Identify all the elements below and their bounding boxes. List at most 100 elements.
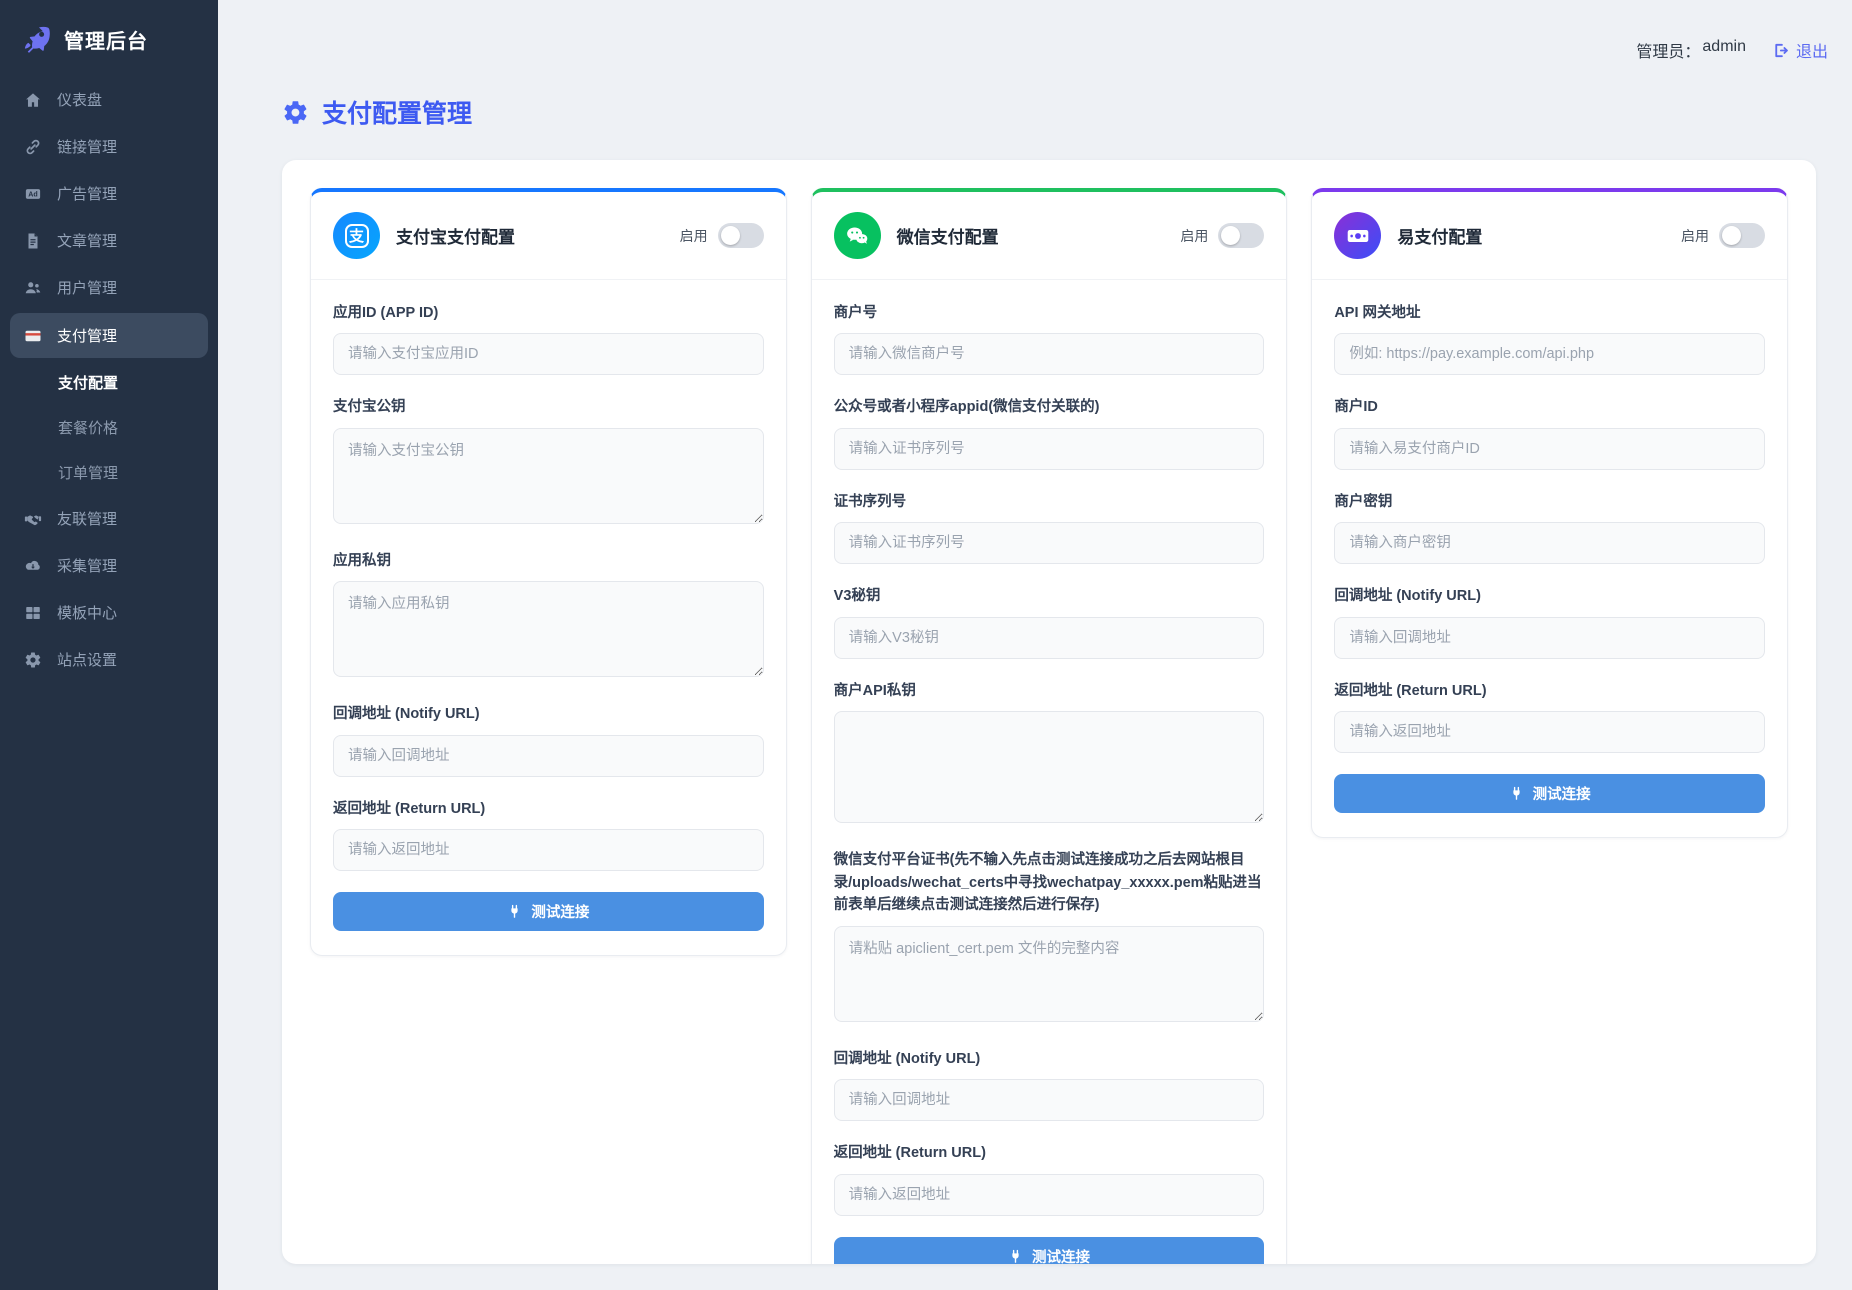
payment-cards: 支支付宝支付配置启用应用ID (APP ID)支付宝公钥应用私钥回调地址 (No…: [310, 188, 1788, 1264]
logout-icon: [1772, 42, 1789, 59]
plug-icon: [1509, 786, 1524, 801]
sidebar-item-site-settings[interactable]: 站点设置: [0, 636, 218, 683]
field-label: 应用私钥: [333, 550, 764, 572]
epay-input-1[interactable]: [1334, 428, 1765, 470]
field-label: 微信支付平台证书(先不输入先点击测试连接成功之后去网站根目录/uploads/w…: [834, 849, 1265, 916]
sidebar-item-templates[interactable]: 模板中心: [0, 589, 218, 636]
sidebar-item-collection[interactable]: 采集管理: [0, 542, 218, 589]
sidebar: 管理后台 仪表盘链接管理 Ad 广告管理文章管理用户管理支付管理支付配置套餐价格订单…: [0, 0, 218, 1290]
wechat-input-3[interactable]: [834, 617, 1265, 659]
grid-icon: [24, 604, 42, 622]
main-content: 管理员： admin 退出 支付配置管理 支支付宝支付配置启用应用ID (APP…: [218, 0, 1852, 1290]
sidebar-item-label: 广告管理: [57, 183, 117, 204]
alipay-card-title: 支付宝支付配置: [396, 223, 664, 248]
field-label: V3秘钥: [834, 585, 1265, 607]
sidebar-item-links[interactable]: 链接管理: [0, 123, 218, 170]
epay-input-3[interactable]: [1334, 617, 1765, 659]
sidebar-subitem-pay-config[interactable]: 支付配置: [0, 360, 218, 405]
field-label: 公众号或者小程序appid(微信支付关联的): [834, 396, 1265, 418]
sidebar-item-label: 模板中心: [57, 602, 117, 623]
alipay-input-3[interactable]: [333, 735, 764, 777]
wechat-test-connection-button[interactable]: 测试连接: [834, 1237, 1265, 1264]
rocket-icon: [22, 24, 52, 54]
sidebar-item-ads[interactable]: Ad 广告管理: [0, 170, 218, 217]
wechat-textarea-4[interactable]: [834, 711, 1265, 823]
epay-field: 商户ID: [1334, 396, 1765, 469]
sidebar-item-label: 采集管理: [57, 555, 117, 576]
users-icon: [24, 279, 42, 297]
sidebar-item-label: 用户管理: [57, 277, 117, 298]
epay-card-title: 易支付配置: [1397, 223, 1665, 248]
cloud-download-icon: [24, 557, 42, 575]
sidebar-nav: 仪表盘链接管理 Ad 广告管理文章管理用户管理支付管理支付配置套餐价格订单管理友联管…: [0, 76, 218, 683]
home-icon: [24, 91, 42, 109]
toggle-knob: [1221, 226, 1240, 245]
epay-input-4[interactable]: [1334, 711, 1765, 753]
sidebar-subitem-orders[interactable]: 订单管理: [0, 450, 218, 495]
handshake-icon: [24, 510, 42, 528]
alipay-textarea-2[interactable]: [333, 581, 764, 677]
logout-button[interactable]: 退出: [1772, 38, 1828, 62]
brand-title: 管理后台: [64, 25, 148, 54]
epay-card-header: 易支付配置启用: [1312, 192, 1787, 280]
wechat-input-2[interactable]: [834, 522, 1265, 564]
sidebar-item-label: 仪表盘: [57, 89, 102, 110]
sidebar-item-users[interactable]: 用户管理: [0, 264, 218, 311]
test-connection-label: 测试连接: [1533, 783, 1591, 804]
brand: 管理后台: [0, 18, 218, 76]
epay-input-0[interactable]: [1334, 333, 1765, 375]
page-title: 支付配置管理: [282, 94, 1816, 130]
epay-card-body: API 网关地址商户ID商户密钥回调地址 (Notify URL)返回地址 (R…: [1312, 280, 1787, 837]
wechat-field: 公众号或者小程序appid(微信支付关联的): [834, 396, 1265, 469]
field-label: 返回地址 (Return URL): [834, 1142, 1265, 1164]
alipay-config-card: 支支付宝支付配置启用应用ID (APP ID)支付宝公钥应用私钥回调地址 (No…: [310, 188, 787, 956]
test-connection-label: 测试连接: [1032, 1246, 1090, 1264]
wechat-field: 返回地址 (Return URL): [834, 1142, 1265, 1215]
sidebar-item-friend-links[interactable]: 友联管理: [0, 495, 218, 542]
epay-input-2[interactable]: [1334, 522, 1765, 564]
field-label: 支付宝公钥: [333, 396, 764, 418]
alipay-input-4[interactable]: [333, 829, 764, 871]
alipay-card-body: 应用ID (APP ID)支付宝公钥应用私钥回调地址 (Notify URL)返…: [311, 280, 786, 955]
credit-card-icon: [24, 327, 42, 345]
epay-test-connection-button[interactable]: 测试连接: [1334, 774, 1765, 813]
epay-enable-toggle[interactable]: [1719, 223, 1765, 248]
sidebar-item-dashboard[interactable]: 仪表盘: [0, 76, 218, 123]
wechat-field: 证书序列号: [834, 491, 1265, 564]
enable-label: 启用: [1180, 226, 1208, 246]
alipay-card-header: 支支付宝支付配置启用: [311, 192, 786, 280]
svg-text:Ad: Ad: [28, 190, 37, 198]
alipay-field: 应用私钥: [333, 550, 764, 682]
wechat-enable-toggle[interactable]: [1218, 223, 1264, 248]
wechat-input-0[interactable]: [834, 333, 1265, 375]
alipay-input-0[interactable]: [333, 333, 764, 375]
epay-field: 返回地址 (Return URL): [1334, 680, 1765, 753]
topbar: 管理员： admin 退出: [218, 0, 1852, 62]
wechat-enable-group: 启用: [1180, 223, 1264, 248]
alipay-enable-group: 启用: [680, 223, 764, 248]
field-label: 证书序列号: [834, 491, 1265, 513]
sidebar-item-articles[interactable]: 文章管理: [0, 217, 218, 264]
admin-name: admin: [1702, 38, 1746, 62]
admin-label: 管理员：: [1636, 38, 1700, 62]
wechat-input-6[interactable]: [834, 1079, 1265, 1121]
alipay-textarea-1[interactable]: [333, 428, 764, 524]
plug-icon: [507, 904, 522, 919]
sidebar-item-label: 链接管理: [57, 136, 117, 157]
alipay-test-connection-button[interactable]: 测试连接: [333, 892, 764, 931]
sidebar-item-payments[interactable]: 支付管理: [10, 313, 208, 358]
wechat-textarea-5[interactable]: [834, 926, 1265, 1022]
page-title-text: 支付配置管理: [322, 94, 472, 130]
sidebar-subitem-package-pricing[interactable]: 套餐价格: [0, 405, 218, 450]
field-label: 回调地址 (Notify URL): [1334, 585, 1765, 607]
epay-field: 商户密钥: [1334, 491, 1765, 564]
wechat-input-1[interactable]: [834, 428, 1265, 470]
alipay-enable-toggle[interactable]: [718, 223, 764, 248]
field-label: 商户号: [834, 302, 1265, 324]
wechat-card-header: 微信支付配置启用: [812, 192, 1287, 280]
epay-enable-group: 启用: [1681, 223, 1765, 248]
alipay-field: 返回地址 (Return URL): [333, 798, 764, 871]
wechat-input-7[interactable]: [834, 1174, 1265, 1216]
config-panel: 支支付宝支付配置启用应用ID (APP ID)支付宝公钥应用私钥回调地址 (No…: [282, 160, 1816, 1264]
money-bill-icon: [1334, 212, 1381, 259]
